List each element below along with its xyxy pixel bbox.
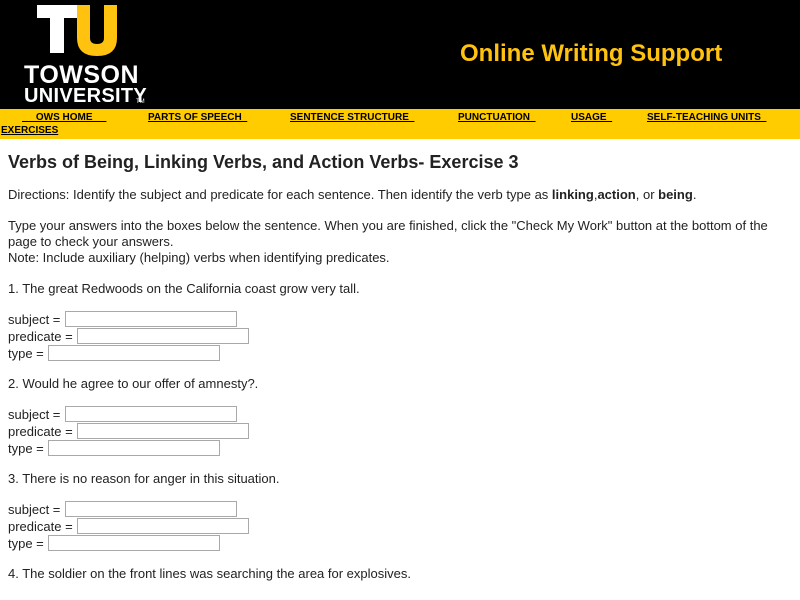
q3-predicate-input[interactable]: [77, 518, 250, 534]
question-1: 1. The great Redwoods on the California …: [8, 281, 360, 296]
question-4: 4. The soldier on the front lines was se…: [8, 566, 411, 581]
nav-self-teaching-units[interactable]: SELF-TEACHING UNITS: [647, 112, 766, 123]
answer-block-2: subject = predicate = type =: [8, 406, 800, 457]
predicate-label: predicate =: [8, 519, 77, 534]
q2-subject-input[interactable]: [65, 406, 238, 422]
question-2: 2. Would he agree to our offer of amnest…: [8, 376, 259, 391]
page-title: Verbs of Being, Linking Verbs, and Actio…: [8, 152, 519, 172]
q1-subject-input[interactable]: [65, 311, 238, 327]
type-label: type =: [8, 536, 48, 551]
directions-prefix: Directions: Identify the subject and pre…: [8, 187, 552, 202]
subject-label: subject =: [8, 312, 65, 327]
directions-text: Directions: Identify the subject and pre…: [8, 187, 800, 203]
note-text: Note: Include auxiliary (helping) verbs …: [8, 250, 390, 265]
subject-label: subject =: [8, 502, 65, 517]
type-label: type =: [8, 441, 48, 456]
nav-exercises[interactable]: EXERCISES: [1, 125, 58, 136]
answer-block-3: subject = predicate = type =: [8, 501, 800, 552]
main-nav: OWS HOME PARTS OF SPEECH SENTENCE STRUCT…: [0, 109, 800, 139]
site-title: Online Writing Support: [460, 40, 723, 67]
main-content: Verbs of Being, Linking Verbs, and Actio…: [0, 151, 800, 582]
site-header: TOWSON UNIVERSITY TM Online Writing Supp…: [0, 0, 800, 109]
q2-type-input[interactable]: [48, 440, 221, 456]
logo-university-text: UNIVERSITY: [24, 85, 148, 107]
tu-logo-icon: [37, 5, 117, 56]
type-label: type =: [8, 346, 48, 361]
q1-type-input[interactable]: [48, 345, 221, 361]
question-3: 3. There is no reason for anger in this …: [8, 471, 280, 486]
towson-logo[interactable]: TOWSON UNIVERSITY TM: [22, 4, 152, 106]
subject-label: subject =: [8, 407, 65, 422]
q1-predicate-input[interactable]: [77, 328, 250, 344]
nav-usage[interactable]: USAGE: [571, 112, 612, 123]
nav-ows-home[interactable]: OWS HOME: [22, 112, 106, 123]
nav-sentence-structure[interactable]: SENTENCE STRUCTURE: [290, 112, 414, 123]
q3-subject-input[interactable]: [65, 501, 238, 517]
answer-block-1: subject = predicate = type =: [8, 311, 800, 362]
nav-parts-of-speech[interactable]: PARTS OF SPEECH: [148, 112, 247, 123]
instructions-text: Type your answers into the boxes below t…: [8, 218, 768, 249]
predicate-label: predicate =: [8, 329, 77, 344]
directions-or: , or: [635, 187, 659, 202]
nav-punctuation[interactable]: PUNCTUATION: [458, 112, 536, 123]
q3-type-input[interactable]: [48, 535, 221, 551]
logo-trademark: TM: [136, 99, 145, 105]
q2-predicate-input[interactable]: [77, 423, 250, 439]
predicate-label: predicate =: [8, 424, 77, 439]
directions-action: action: [597, 187, 636, 202]
directions-end: .: [692, 187, 697, 202]
directions-linking: linking: [551, 187, 594, 202]
directions-being: being: [658, 187, 693, 202]
